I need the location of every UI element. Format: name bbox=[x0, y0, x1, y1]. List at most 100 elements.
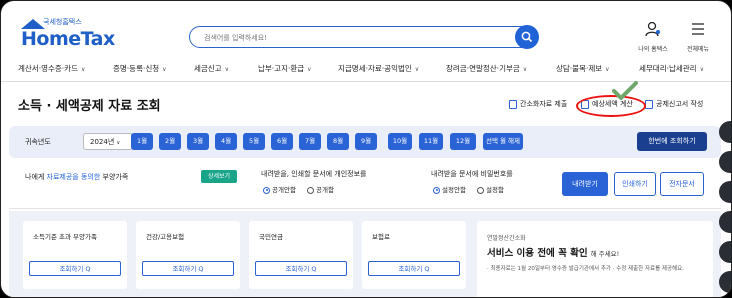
notice-label: 연말정산간소화 bbox=[487, 235, 526, 242]
notice-description: · 최종자료는 1월 20일부터 영수증 발급기관에서 추가 · 수정 제출한 … bbox=[487, 266, 684, 272]
menu-item-label: 세금신고 bbox=[194, 64, 222, 73]
all-menu-label: 전체메뉴 bbox=[686, 46, 710, 53]
card-title: 보험료 bbox=[372, 233, 390, 241]
chevron-down-icon: ∨ bbox=[224, 66, 230, 73]
print-button[interactable]: 인쇄하기 bbox=[614, 172, 656, 196]
search-button[interactable] bbox=[515, 25, 539, 49]
radio-icon bbox=[477, 186, 484, 194]
hometax-logo[interactable]: 국세청홈택스 HomeTax bbox=[21, 15, 115, 51]
password-off-radio[interactable]: 설정안함 bbox=[433, 184, 466, 194]
chevron-down-icon: ∨ bbox=[605, 66, 610, 73]
notice-headline-bold: 서비스 이용 전에 꼭 확인 bbox=[487, 248, 588, 259]
simple-data-submit-link[interactable]: 간소화자료 제출 bbox=[509, 99, 567, 109]
lookup-button[interactable]: 조회하기 Q bbox=[29, 261, 121, 276]
year-value: 2024년 bbox=[90, 138, 115, 146]
card-national-pension: 국민연금 조회하기 Q bbox=[249, 221, 353, 289]
month-button-6[interactable]: 6월 bbox=[271, 133, 293, 150]
privacy-hide-radio[interactable]: 공개안함 bbox=[263, 184, 296, 194]
radio-selected-icon bbox=[433, 186, 440, 194]
chevron-down-icon: ∨ bbox=[162, 66, 167, 73]
menu-item-tax-report[interactable]: 세금신고 ∨ bbox=[194, 63, 229, 74]
lookup-button[interactable]: 조회하기 Q bbox=[142, 261, 234, 276]
menu-item-label: 지급명세·자료·공익법인 bbox=[338, 64, 412, 73]
chevron-down-icon: ∨ bbox=[116, 140, 121, 146]
privacy-question: 내려받을, 인쇄할 문서에 개인정보를 bbox=[261, 170, 367, 178]
lookup-button[interactable]: 조회하기 Q bbox=[368, 261, 460, 276]
menu-item-certificate[interactable]: 증명·등록·신청 ∨ bbox=[113, 63, 167, 74]
menu-item-consult[interactable]: 상담·불복·제보 ∨ bbox=[556, 63, 610, 74]
lookup-button[interactable]: 조회하기 Q bbox=[255, 261, 347, 276]
deselect-months-button[interactable]: 선택 월 해제 bbox=[483, 133, 523, 150]
menu-item-label: 증명·등록·신청 bbox=[113, 64, 160, 73]
card-over-income-dependents: 소득기준 초과 부양가족 조회하기 Q bbox=[23, 221, 127, 289]
year-label: 귀속년도 bbox=[25, 138, 51, 146]
month-button-4[interactable]: 4월 bbox=[215, 133, 237, 150]
menu-item-label: 세무대리·납세관리 bbox=[639, 64, 697, 73]
radio-label: 설정함 bbox=[486, 186, 504, 194]
download-button[interactable]: 내려받기 bbox=[562, 172, 608, 196]
month-button-9[interactable]: 9월 bbox=[355, 133, 377, 150]
month-button-7[interactable]: 7월 bbox=[299, 133, 321, 150]
document-icon bbox=[509, 99, 517, 109]
action-label: 간소화자료 제출 bbox=[520, 100, 568, 108]
month-button-8[interactable]: 8월 bbox=[327, 133, 349, 150]
my-hometax-label: 나의 홈택스 bbox=[638, 46, 668, 53]
card-title: 소득기준 초과 부양가족 bbox=[33, 233, 97, 241]
radio-selected-icon bbox=[263, 186, 270, 194]
radio-icon bbox=[307, 186, 314, 194]
year-selector-bar: 귀속년도 2024년 ∨ 1월 2월 3월 4월 5월 6월 7월 8월 9월 … bbox=[9, 126, 721, 158]
dependents-text: 나에게 자료제공을 동의한 부양가족 bbox=[25, 172, 128, 182]
menu-item-label: 상담·불복·제보 bbox=[556, 64, 603, 73]
privacy-show-radio[interactable]: 공개함 bbox=[307, 184, 334, 194]
logo-subtitle: 국세청홈택스 bbox=[43, 18, 82, 26]
password-on-radio[interactable]: 설정함 bbox=[477, 184, 504, 194]
hamburger-icon bbox=[692, 23, 704, 35]
card-title: 건강/고용보험 bbox=[146, 233, 185, 241]
menu-item-invoice[interactable]: 계산서·영수증·카드 ∨ bbox=[18, 63, 85, 74]
radio-label: 공개함 bbox=[316, 186, 334, 194]
user-icon bbox=[645, 21, 660, 37]
dependents-pre: 나에게 bbox=[25, 173, 47, 181]
card-health-insurance: 건강/고용보험 조회하기 Q bbox=[136, 221, 240, 289]
month-button-1[interactable]: 1월 bbox=[131, 133, 153, 150]
month-button-5[interactable]: 5월 bbox=[243, 133, 265, 150]
menu-item-label: 계산서·영수증·카드 bbox=[18, 64, 78, 73]
chevron-down-icon: ∨ bbox=[307, 66, 312, 73]
chevron-down-icon: ∨ bbox=[414, 66, 420, 73]
search-input[interactable] bbox=[202, 29, 506, 47]
menu-item-statements[interactable]: 지급명세·자료·공익법인 ∨ bbox=[338, 63, 419, 74]
radio-label: 공개안함 bbox=[272, 186, 296, 194]
menu-item-year-end[interactable]: 장려금·연말정산·기부금 ∨ bbox=[446, 63, 527, 74]
card-insurance-premium: 보험료 조회하기 Q bbox=[362, 221, 466, 289]
logo-title: HomeTax bbox=[21, 28, 115, 50]
chevron-down-icon: ∨ bbox=[80, 66, 86, 73]
month-button-12[interactable]: 12월 bbox=[450, 133, 476, 150]
search-icon bbox=[521, 31, 533, 43]
year-select[interactable]: 2024년 ∨ bbox=[83, 133, 133, 150]
month-button-11[interactable]: 11월 bbox=[419, 133, 443, 150]
main-menu: 계산서·영수증·카드 ∨ 증명·등록·신청 ∨ 세금신고 ∨ 납부·고지·환급 ∨ 지급… bbox=[1, 61, 731, 79]
month-button-10[interactable]: 10월 bbox=[388, 133, 412, 150]
cards-section: 소득기준 초과 부양가족 조회하기 Q 건강/고용보험 조회하기 Q 국민연금 … bbox=[9, 211, 721, 297]
dependents-highlight: 자료제공을 동의한 bbox=[46, 173, 101, 181]
action-label: 공제신고서 작성 bbox=[656, 100, 704, 108]
month-button-2[interactable]: 2월 bbox=[159, 133, 181, 150]
radio-label: 설정안함 bbox=[442, 186, 466, 194]
chevron-down-icon: ∨ bbox=[522, 66, 528, 73]
menu-item-payment[interactable]: 납부·고지·환급 ∨ bbox=[258, 63, 312, 74]
all-menu-button[interactable]: 전체메뉴 bbox=[678, 21, 718, 53]
month-button-3[interactable]: 3월 bbox=[187, 133, 209, 150]
e-document-button[interactable]: 전자문서 bbox=[660, 172, 704, 196]
notice-headline: 서비스 이용 전에 꼭 확인 해 주세요! bbox=[487, 245, 619, 259]
app-window: 국세청홈택스 HomeTax 나의 홈택스 bbox=[0, 0, 732, 298]
my-hometax-button[interactable]: 나의 홈택스 bbox=[633, 21, 673, 53]
menu-item-label: 장려금·연말정산·기부금 bbox=[446, 64, 520, 73]
detail-view-button[interactable]: 상세보기 bbox=[201, 170, 237, 183]
menu-item-agent[interactable]: 세무대리·납세관리 ∨ bbox=[639, 63, 704, 74]
search-bar bbox=[189, 25, 539, 49]
notice-panel: 연말정산간소화 서비스 이용 전에 꼭 확인 해 주세요! · 최종자료는 1월… bbox=[477, 221, 713, 297]
dependents-post: 부양가족 bbox=[100, 173, 129, 181]
check-mark-icon bbox=[612, 81, 638, 100]
deduction-form-link[interactable]: 공제신고서 작성 bbox=[645, 99, 703, 109]
lookup-all-button[interactable]: 한번에 조회하기 bbox=[637, 132, 707, 151]
